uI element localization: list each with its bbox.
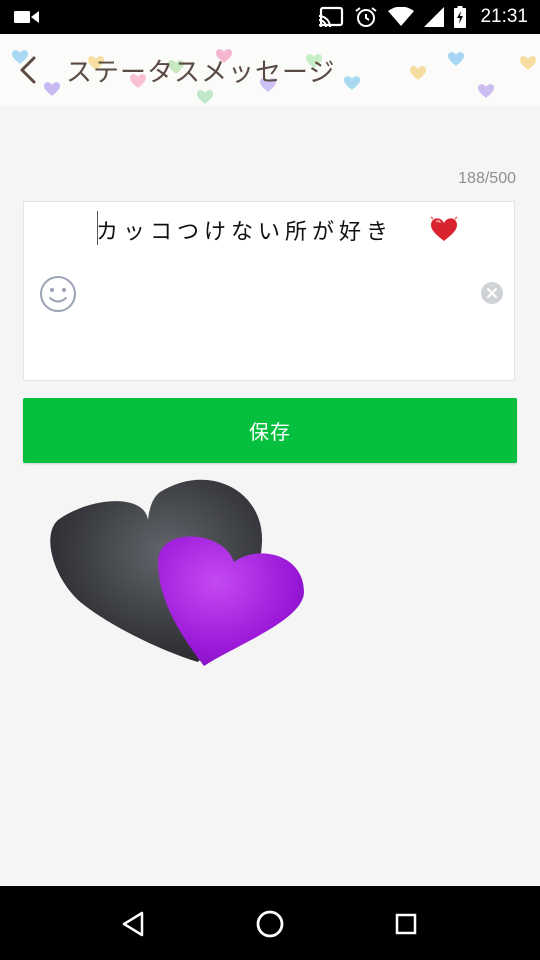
red-heart-emoji-icon [430,216,458,241]
recents-square-icon[interactable] [388,906,424,942]
battery-charging-icon [454,6,467,28]
alarm-icon [355,7,378,27]
status-message-text[interactable]: カッコつけない所が好き [96,214,393,246]
back-button[interactable] [10,50,50,90]
status-message-input[interactable]: カッコつけない所が好き [23,201,515,381]
black-and-purple-hearts-sticker [50,479,304,666]
wifi-icon [388,7,415,26]
smiley-icon[interactable] [38,274,78,314]
clear-circle-icon[interactable] [480,281,504,305]
cast-icon [319,6,344,28]
back-triangle-icon[interactable] [116,906,152,942]
status-time: 21:31 [480,6,528,27]
home-circle-icon[interactable] [252,906,288,942]
cell-signal-icon [424,7,445,27]
page-title: ステータスメッセージ [66,58,336,88]
app-header: ステータスメッセージ [0,34,540,106]
character-counter: 188/500 [458,170,516,187]
video-camera-icon [14,11,39,23]
save-button[interactable]: 保存 [23,398,517,463]
chevron-left-icon [20,56,36,84]
status-bar: 21:31 [0,0,540,34]
navigation-bar [0,886,540,960]
